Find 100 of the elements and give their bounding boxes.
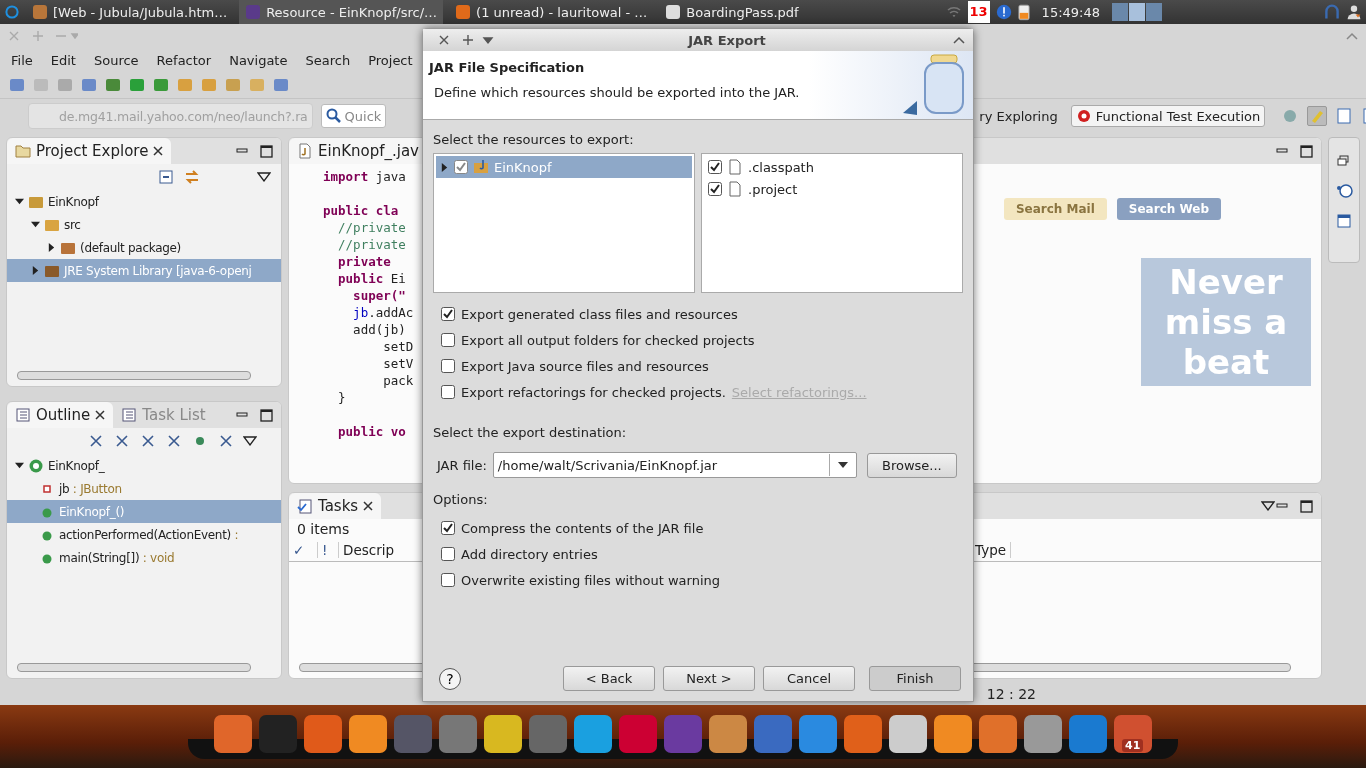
expander-icon[interactable] [47,243,56,252]
battery-icon[interactable] [1017,2,1030,22]
ubuntu-logo-icon[interactable] [4,4,20,20]
close-icon[interactable] [363,501,374,511]
scrollbar[interactable] [17,663,251,672]
toolbar-icon[interactable] [152,76,170,94]
taskbar-window-button[interactable]: (1 unread) - lauritowal - … [449,0,654,24]
wifi-icon[interactable] [945,4,962,20]
checkbox[interactable] [441,521,455,535]
highlighter-icon[interactable] [1307,106,1328,126]
column-header[interactable]: ! [318,542,339,558]
checkbox-label[interactable]: Export generated class files and resources [461,306,738,322]
toolbar-icon[interactable] [80,76,98,94]
tree-item[interactable]: (default package) [7,236,281,259]
tree-item[interactable]: src [7,213,281,236]
taskbar-window-button[interactable]: [Web - Jubula/Jubula.htm… [26,0,234,24]
window-icon[interactable] [1335,212,1353,230]
checkbox[interactable] [441,333,455,347]
app-icon[interactable] [709,715,747,753]
expander-icon[interactable] [31,220,40,229]
view-menu-icon[interactable] [243,436,257,446]
menu-item[interactable]: Navigate [220,52,297,68]
dialog-button[interactable]: Cancel [763,666,855,691]
outline-item[interactable]: jb : JButton [7,477,281,500]
column-header[interactable]: ✓ [289,542,318,558]
view-tab[interactable]: Outline [7,402,114,428]
checkbox[interactable] [708,182,722,196]
app-icon[interactable] [979,715,1017,753]
expander-icon[interactable] [31,266,40,275]
close-icon[interactable] [95,410,106,420]
tree-item[interactable]: EinKnopf [7,190,281,213]
dialog-button[interactable]: Next > [663,666,755,691]
close-icon[interactable] [153,146,164,156]
collapse-all-icon[interactable] [157,168,175,186]
workspace-switcher[interactable] [1112,3,1162,21]
taskbar-window-button[interactable]: Resource - EinKnopf/src/… [239,0,444,24]
checkbox[interactable] [441,573,455,587]
checkbox-label[interactable]: Export all output folders for checked projects [461,332,755,348]
minimize-maximize-icon[interactable] [235,408,275,422]
dialog-button[interactable]: < Back [563,666,655,691]
caret-icon[interactable] [953,36,965,44]
checkbox-label[interactable]: Export Java source files and resources [461,358,709,374]
minimize-maximize-icon[interactable] [1275,144,1315,158]
toolbar-icon[interactable] [128,76,146,94]
minimize-maximize-icon[interactable] [1275,499,1315,513]
view-tab[interactable]: Project Explore [7,138,172,164]
menu-item[interactable]: Source [84,52,148,68]
menu-item[interactable]: File [2,52,42,68]
checkbox-label[interactable]: Export refactorings for checked projects. [461,384,726,400]
resource-row[interactable]: .project [704,178,960,200]
app-icon[interactable] [349,715,387,753]
checkbox[interactable] [441,307,455,321]
expander-icon[interactable] [15,197,24,206]
app-icon[interactable] [214,715,252,753]
view-tab[interactable]: Tasks [289,493,382,519]
checkbox[interactable] [708,160,722,174]
perspective-tab[interactable]: Functional Test Execution [1070,105,1266,127]
outline-item[interactable]: actionPerformed(ActionEvent) : [7,523,281,546]
checkbox-label[interactable]: Overwrite existing files without warning [461,572,721,588]
app-icon[interactable] [889,715,927,753]
app-icon[interactable] [304,715,342,753]
checkbox[interactable] [441,385,455,399]
toolbar-icon[interactable] [1335,107,1354,125]
resource-row[interactable]: .classpath [704,156,960,178]
outline-item[interactable]: main(String[]) : void [7,546,281,569]
app-icon[interactable] [934,715,972,753]
outline-item[interactable]: EinKnopf_ [7,454,281,477]
app-icon[interactable] [844,715,882,753]
minimize-maximize-icon[interactable] [235,144,275,158]
help-icon[interactable] [1335,182,1353,200]
checkbox[interactable] [441,547,455,561]
browse-button[interactable]: Browse... [866,452,957,478]
link-arrows-icon[interactable] [183,168,201,186]
checkbox[interactable] [454,160,468,174]
app-icon[interactable] [574,715,612,753]
toolbar-icon[interactable] [8,76,26,94]
user-icon[interactable] [1346,4,1362,20]
checkbox[interactable] [441,359,455,373]
app-icon[interactable] [1024,715,1062,753]
app-icon[interactable] [799,715,837,753]
alert-icon[interactable] [995,4,1012,20]
menu-item[interactable]: Project [359,52,422,68]
jar-file-combo[interactable]: /home/walt/Scrivania/EinKnopf.jar [492,452,857,478]
expander-icon[interactable] [15,461,24,470]
toolbar-icon[interactable] [272,76,290,94]
checkbox-label[interactable]: Add directory entries [461,546,598,562]
checkbox-label[interactable]: Compress the contents of the JAR file [461,520,704,536]
menu-item[interactable]: Edit [41,52,85,68]
expander-icon[interactable] [440,162,449,172]
quick-access-field[interactable]: Quick [320,104,387,128]
scrollbar[interactable] [17,371,251,380]
toolbar-icon[interactable] [104,76,122,94]
app-icon[interactable] [484,715,522,753]
help-button[interactable]: ? [439,667,461,690]
app-icon[interactable]: 41 [1114,715,1152,753]
perspective-tab[interactable]: ry Exploring [974,105,1063,127]
menu-item[interactable]: Refactor [147,52,221,68]
taskbar-window-button[interactable]: BoardingPass.pdf [659,0,805,24]
view-menu-icon[interactable] [1261,501,1275,511]
calendar-icon[interactable]: 13 [967,1,990,23]
